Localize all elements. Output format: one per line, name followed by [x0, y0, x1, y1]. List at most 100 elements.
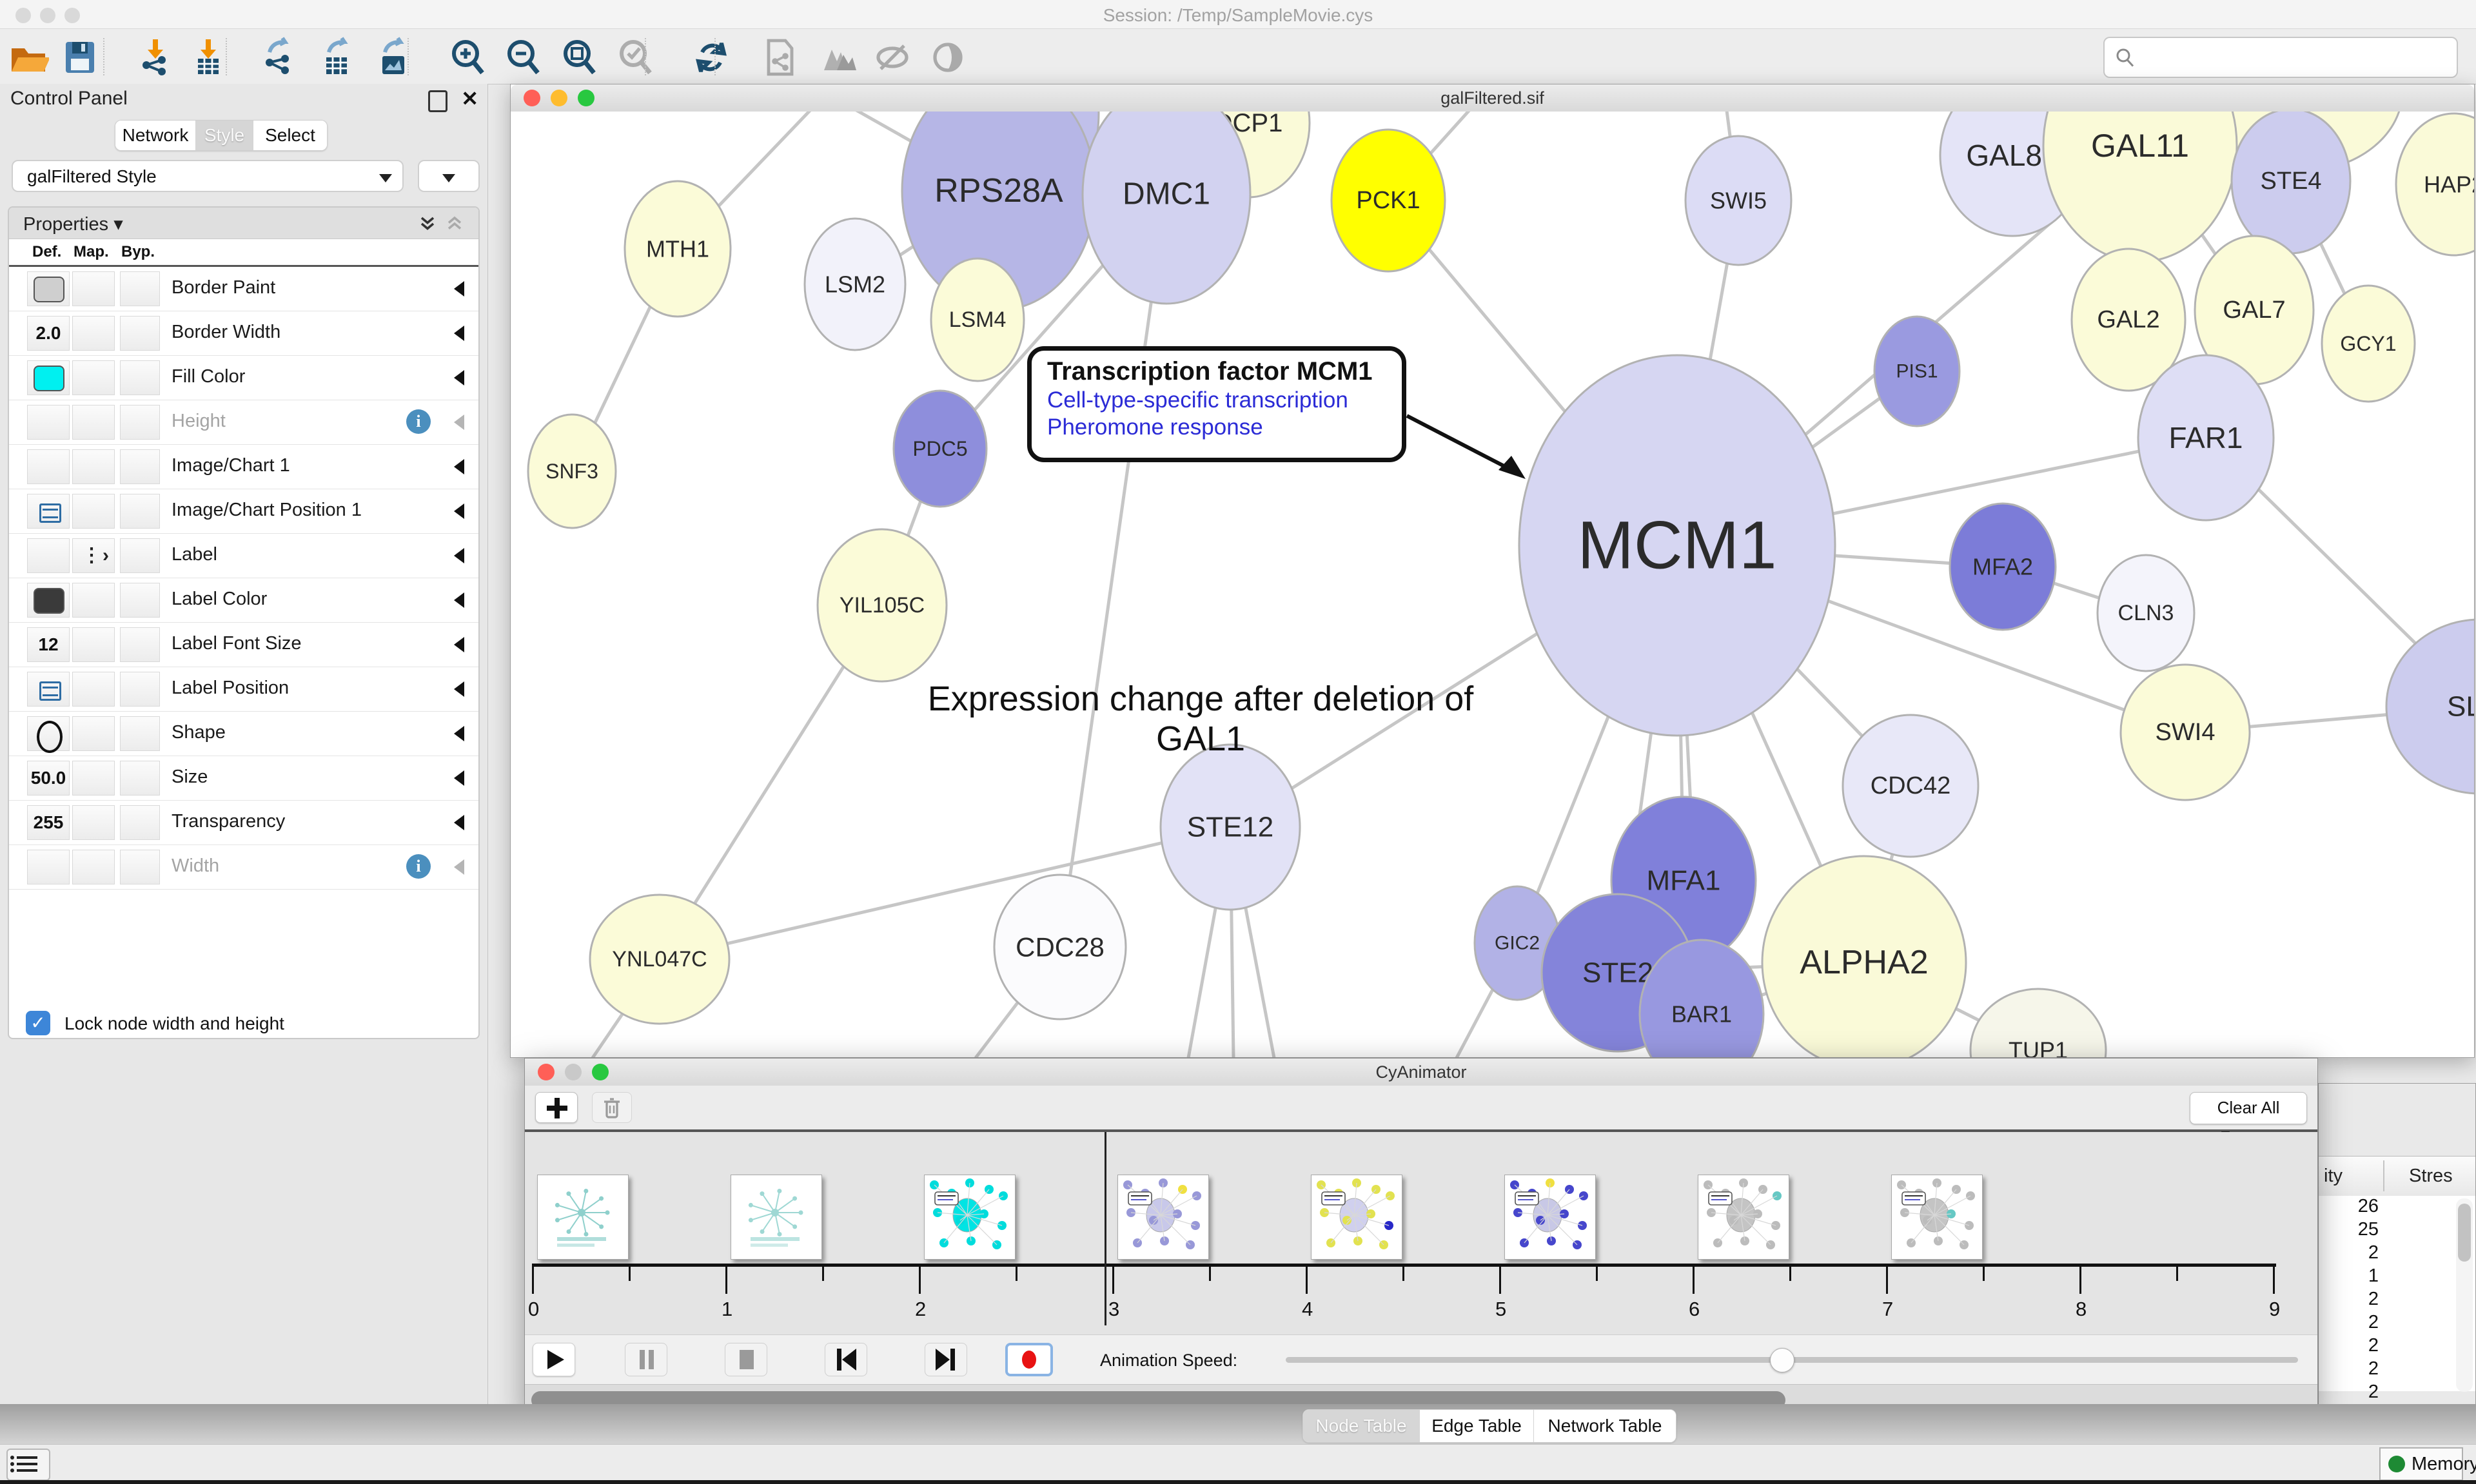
mapping-cell[interactable] [72, 672, 115, 707]
birds-eye-icon[interactable] [819, 37, 860, 78]
tab-node-table[interactable]: Node Table [1303, 1410, 1420, 1442]
style-selector[interactable]: galFiltered Style [12, 160, 404, 192]
expand-property-icon[interactable] [454, 637, 464, 652]
bypass-cell[interactable] [120, 271, 160, 306]
default-value-cell[interactable]: 12 [27, 627, 70, 662]
network-node[interactable]: GAL11 [2043, 112, 2237, 262]
mapping-cell[interactable] [72, 271, 115, 306]
network-node[interactable]: SWI5 [1685, 136, 1791, 265]
bypass-cell[interactable] [120, 716, 160, 751]
network-canvas[interactable]: DCP1RPS28ADMC1PCK1SWI5GAL80GAL11STE4HAP2… [511, 112, 2474, 1057]
record-button[interactable] [1005, 1343, 1053, 1376]
bypass-cell[interactable] [120, 360, 160, 395]
table-column-stress[interactable]: Stres [2409, 1166, 2453, 1187]
export-table-icon[interactable] [316, 37, 357, 78]
bypass-cell[interactable] [120, 538, 160, 573]
network-node[interactable]: YIL105C [818, 529, 947, 681]
import-network-icon[interactable] [135, 37, 176, 78]
animation-speed-slider[interactable] [1286, 1357, 2298, 1363]
zoom-selected-icon[interactable] [615, 37, 656, 78]
lock-node-size-row[interactable]: ✓ Lock node width and height [9, 1007, 478, 1039]
mapping-cell[interactable] [72, 583, 115, 618]
table-row[interactable]: 2 [2319, 1381, 2475, 1405]
table-row[interactable]: 1 [2319, 1265, 2475, 1289]
mapping-cell[interactable] [72, 449, 115, 484]
frame-thumbnail[interactable] [537, 1175, 629, 1260]
collapse-all-icon[interactable] [445, 214, 464, 233]
save-session-icon[interactable] [59, 37, 101, 78]
expand-property-icon[interactable] [454, 326, 464, 341]
mapping-cell[interactable] [72, 805, 115, 840]
bypass-cell[interactable] [120, 494, 160, 529]
property-row[interactable]: Image/Chart 1 [9, 445, 478, 489]
network-node[interactable]: STE12 [1161, 745, 1300, 910]
default-value-cell[interactable]: 50.0 [27, 761, 70, 796]
zoom-out-icon[interactable] [503, 37, 544, 78]
frame-thumbnail[interactable] [1891, 1175, 1983, 1260]
checkbox-checked-icon[interactable]: ✓ [26, 1011, 50, 1035]
default-value-cell[interactable] [27, 494, 70, 529]
expand-property-icon[interactable] [454, 726, 464, 741]
table-vertical-scrollbar[interactable] [2456, 1198, 2473, 1392]
mapping-cell[interactable] [72, 316, 115, 351]
panel-float-icon[interactable] [428, 90, 447, 112]
network-node[interactable]: SNF3 [528, 415, 616, 528]
default-value-cell[interactable]: 2.0 [27, 316, 70, 351]
property-row[interactable]: Heighti [9, 400, 478, 445]
network-node[interactable]: YNL047C [590, 895, 729, 1024]
network-node[interactable]: MCM1 [1519, 355, 1835, 736]
bypass-cell[interactable] [120, 627, 160, 662]
network-node[interactable]: DMC1 [1083, 112, 1250, 304]
bypass-cell[interactable] [120, 672, 160, 707]
timeline-playhead[interactable] [1105, 1132, 1106, 1325]
default-value-cell[interactable] [27, 405, 70, 440]
network-window-titlebar[interactable]: galFiltered.sif [511, 84, 2474, 112]
bypass-cell[interactable] [120, 850, 160, 884]
network-edge[interactable] [660, 827, 1230, 959]
frame-thumbnail[interactable] [1311, 1175, 1402, 1260]
bypass-cell[interactable] [120, 405, 160, 440]
mapping-cell[interactable] [72, 360, 115, 395]
table-column-ity[interactable]: ity [2324, 1166, 2343, 1187]
property-row[interactable]: Image/Chart Position 1 [9, 489, 478, 534]
default-value-cell[interactable] [27, 449, 70, 484]
expand-property-icon[interactable] [454, 281, 464, 297]
property-row[interactable]: 255Transparency [9, 801, 478, 845]
info-icon[interactable]: i [406, 409, 431, 434]
default-value-cell[interactable] [27, 850, 70, 884]
table-row[interactable]: 2 [2319, 1358, 2475, 1381]
default-value-cell[interactable] [27, 538, 70, 573]
tab-edge-table[interactable]: Edge Table [1420, 1410, 1534, 1442]
add-frame-button[interactable] [535, 1092, 578, 1123]
mapping-cell[interactable] [72, 627, 115, 662]
hide-graphics-icon[interactable] [872, 37, 913, 78]
default-value-cell[interactable] [27, 583, 70, 618]
tab-style[interactable]: Style [196, 121, 253, 150]
mapping-cell[interactable]: ⋮› [72, 538, 115, 573]
animation-timeline[interactable]: 0123456789 Seconds [525, 1132, 2317, 1334]
network-node[interactable]: LSM4 [931, 259, 1024, 381]
mapping-cell[interactable] [72, 494, 115, 529]
network-node[interactable]: ALPHA2 [1762, 856, 1966, 1057]
network-document-icon[interactable] [760, 37, 801, 78]
network-node[interactable]: GCY1 [2322, 286, 2415, 402]
skip-to-start-button[interactable] [825, 1343, 867, 1376]
open-session-icon[interactable] [8, 37, 49, 78]
pause-button[interactable] [625, 1343, 667, 1376]
panel-close-icon[interactable]: ✕ [461, 86, 478, 111]
tab-select[interactable]: Select [253, 121, 327, 150]
network-node[interactable]: FAR1 [2138, 355, 2274, 520]
network-node[interactable]: PDC5 [894, 391, 987, 507]
style-options-button[interactable] [418, 160, 480, 192]
show-graphics-icon[interactable] [927, 37, 968, 78]
stop-button[interactable] [725, 1343, 767, 1376]
memory-button[interactable]: Memory [2379, 1447, 2463, 1481]
network-node[interactable]: CLN3 [2098, 555, 2194, 671]
tab-network-table[interactable]: Network Table [1534, 1410, 1676, 1442]
frame-thumbnail[interactable] [731, 1175, 822, 1260]
network-node[interactable]: PIS1 [1874, 317, 1960, 426]
network-node[interactable]: PCK1 [1331, 130, 1445, 271]
task-history-button[interactable] [6, 1449, 50, 1481]
expand-all-icon[interactable] [418, 214, 437, 233]
expand-property-icon[interactable] [454, 459, 464, 474]
